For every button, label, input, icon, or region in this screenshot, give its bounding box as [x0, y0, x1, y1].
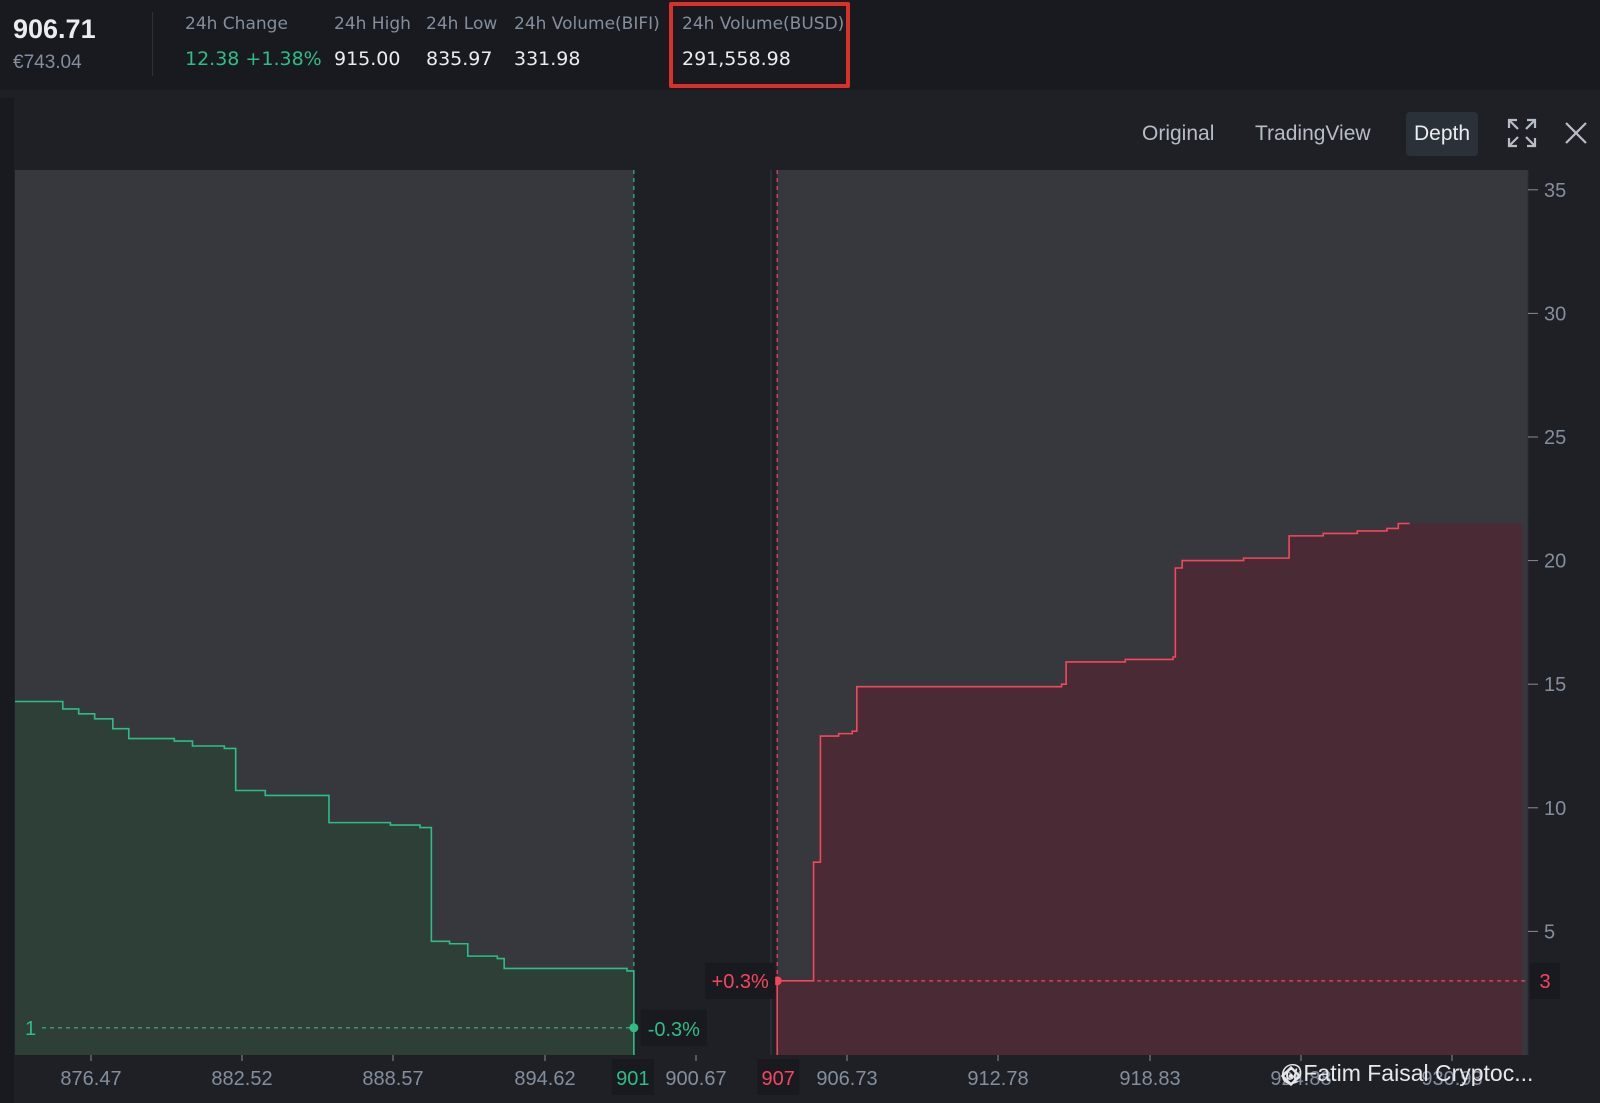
ask-depth-label: 3	[1539, 971, 1550, 993]
y-axis: 5 10 15 20 25 30 35	[1527, 170, 1566, 1055]
ask-best-price-label: 907	[762, 1068, 795, 1090]
watermark-text: @Fatim Faisal Cryptoc...	[1280, 1060, 1534, 1086]
ask-pct-label: +0.3%	[712, 971, 769, 993]
x-tick-label: 888.57	[362, 1068, 423, 1090]
x-tick-label: 918.83	[1119, 1068, 1180, 1090]
y-tick-label: 35	[1544, 180, 1566, 202]
x-tick-label: 876.47	[60, 1068, 121, 1090]
x-tick-label: 900.67	[665, 1068, 726, 1090]
depth-chart: 5 10 15 20 25 30 35 876.47 882.52 888.57 894.62 90…	[15, 170, 1566, 1095]
bid-depth-label: 1	[25, 1018, 36, 1040]
y-tick-label: 15	[1544, 674, 1566, 696]
y-tick-label: 30	[1544, 303, 1566, 325]
y-tick-label: 10	[1544, 798, 1566, 820]
x-tick-label: 906.73	[816, 1068, 877, 1090]
bid-best-dot	[629, 1023, 639, 1033]
x-tick-label: 894.62	[514, 1068, 575, 1090]
y-tick-label: 25	[1544, 427, 1566, 449]
x-tick-label: 912.78	[967, 1068, 1028, 1090]
y-tick-label: 5	[1544, 921, 1555, 943]
y-tick-label: 20	[1544, 551, 1566, 573]
bid-pct-label: -0.3%	[648, 1019, 700, 1041]
x-tick-label: 882.52	[211, 1068, 272, 1090]
bid-best-price-label: 901	[616, 1068, 649, 1090]
